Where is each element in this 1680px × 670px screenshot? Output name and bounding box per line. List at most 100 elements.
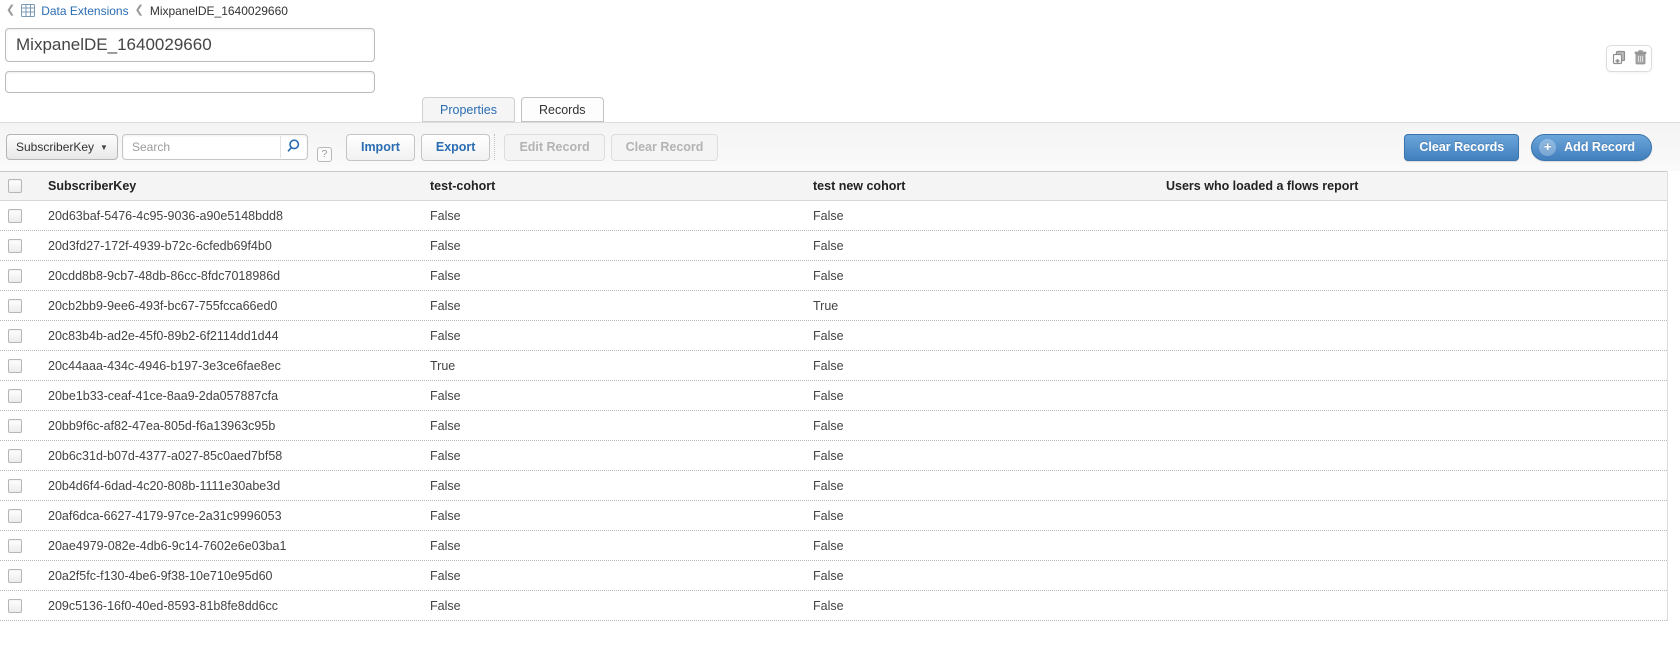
import-button[interactable]: Import bbox=[346, 134, 415, 161]
cell-test-cohort: False bbox=[422, 599, 805, 613]
add-record-label: Add Record bbox=[1564, 140, 1635, 154]
cell-subscriber-key: 20cb2bb9-9ee6-493f-bc67-755fcca66ed0 bbox=[40, 299, 422, 313]
row-checkbox[interactable] bbox=[8, 269, 22, 283]
table-row[interactable]: 20d3fd27-172f-4939-b72c-6cfedb69f4b0 Fal… bbox=[0, 231, 1667, 261]
cell-test-new-cohort: False bbox=[805, 209, 1158, 223]
cell-subscriber-key: 20b4d6f4-6dad-4c20-808b-1111e30abe3d bbox=[40, 479, 422, 493]
table-row[interactable]: 20cb2bb9-9ee6-493f-bc67-755fcca66ed0 Fal… bbox=[0, 291, 1667, 321]
cell-subscriber-key: 20bb9f6c-af82-47ea-805d-f6a13963c95b bbox=[40, 419, 422, 433]
select-all-checkbox[interactable] bbox=[8, 179, 22, 193]
cell-test-new-cohort: False bbox=[805, 419, 1158, 433]
page: ❮ Data Extensions ❮ MixpanelDE_164002966… bbox=[0, 0, 1680, 670]
cell-test-cohort: False bbox=[422, 509, 805, 523]
row-checkbox[interactable] bbox=[8, 449, 22, 463]
search-submit-button[interactable] bbox=[280, 136, 306, 158]
cell-subscriber-key: 20af6dca-6627-4179-97ce-2a31c9996053 bbox=[40, 509, 422, 523]
cell-test-new-cohort: False bbox=[805, 509, 1158, 523]
table-row[interactable]: 20af6dca-6627-4179-97ce-2a31c9996053 Fal… bbox=[0, 501, 1667, 531]
column-header-flows-report[interactable]: Users who loaded a flows report bbox=[1158, 179, 1667, 193]
column-header-test-new-cohort[interactable]: test new cohort bbox=[805, 179, 1158, 193]
cell-test-cohort: False bbox=[422, 239, 805, 253]
search-box bbox=[122, 134, 308, 160]
table-row[interactable]: 20bb9f6c-af82-47ea-805d-f6a13963c95b Fal… bbox=[0, 411, 1667, 441]
copy-button[interactable] bbox=[1612, 50, 1627, 68]
tab-records[interactable]: Records bbox=[521, 97, 604, 122]
data-extension-table-icon bbox=[21, 4, 35, 17]
cell-test-cohort: False bbox=[422, 269, 805, 283]
cell-test-cohort: False bbox=[422, 209, 805, 223]
name-input[interactable] bbox=[5, 28, 375, 62]
table-header-row: SubscriberKey test-cohort test new cohor… bbox=[0, 171, 1667, 201]
tab-bar: Properties Records bbox=[422, 97, 604, 122]
table-row[interactable]: 20ae4979-082e-4db6-9c14-7602e6e03ba1 Fal… bbox=[0, 531, 1667, 561]
cell-test-cohort: False bbox=[422, 539, 805, 553]
header-section: Properties Records bbox=[0, 18, 1680, 114]
row-checkbox[interactable] bbox=[8, 479, 22, 493]
table-row[interactable]: 20cdd8b8-9cb7-48db-86cc-8fdc7018986d Fal… bbox=[0, 261, 1667, 291]
column-header-subscriber-key[interactable]: SubscriberKey bbox=[40, 179, 422, 193]
row-checkbox[interactable] bbox=[8, 599, 22, 613]
edit-record-button[interactable]: Edit Record bbox=[504, 134, 604, 161]
add-record-button[interactable]: + Add Record bbox=[1531, 134, 1652, 161]
cell-test-cohort: False bbox=[422, 389, 805, 403]
cell-test-cohort: False bbox=[422, 299, 805, 313]
delete-button[interactable] bbox=[1634, 50, 1647, 68]
export-button[interactable]: Export bbox=[421, 134, 491, 161]
tab-properties[interactable]: Properties bbox=[422, 97, 515, 122]
row-checkbox[interactable] bbox=[8, 509, 22, 523]
chevron-down-icon: ▼ bbox=[100, 143, 108, 152]
table-row[interactable]: 20c44aaa-434c-4946-b197-3e3ce6fae8ec Tru… bbox=[0, 351, 1667, 381]
table-row[interactable]: 20b6c31d-b07d-4377-a027-85c0aed7bf58 Fal… bbox=[0, 441, 1667, 471]
row-checkbox[interactable] bbox=[8, 389, 22, 403]
clear-records-button[interactable]: Clear Records bbox=[1404, 134, 1519, 161]
cell-test-new-cohort: False bbox=[805, 449, 1158, 463]
row-checkbox[interactable] bbox=[8, 359, 22, 373]
cell-subscriber-key: 20d3fd27-172f-4939-b72c-6cfedb69f4b0 bbox=[40, 239, 422, 253]
data-extensions-link[interactable]: Data Extensions bbox=[41, 4, 128, 18]
description-input[interactable] bbox=[5, 71, 375, 93]
cell-test-new-cohort: True bbox=[805, 299, 1158, 313]
back-chevron-icon[interactable]: ❮ bbox=[6, 5, 15, 16]
toolbar-separator bbox=[494, 134, 495, 160]
row-checkbox[interactable] bbox=[8, 299, 22, 313]
table-row[interactable]: 20be1b33-ceaf-41ce-8aa9-2da057887cfa Fal… bbox=[0, 381, 1667, 411]
search-field-dropdown[interactable]: SubscriberKey ▼ bbox=[6, 134, 118, 160]
cell-test-new-cohort: False bbox=[805, 479, 1158, 493]
breadcrumb: ❮ Data Extensions ❮ MixpanelDE_164002966… bbox=[0, 0, 1680, 18]
cell-test-cohort: False bbox=[422, 419, 805, 433]
cell-subscriber-key: 20ae4979-082e-4db6-9c14-7602e6e03ba1 bbox=[40, 539, 422, 553]
row-checkbox[interactable] bbox=[8, 539, 22, 553]
row-checkbox[interactable] bbox=[8, 239, 22, 253]
search-field-value: SubscriberKey bbox=[16, 140, 94, 154]
table-row[interactable]: 20d63baf-5476-4c95-9036-a90e5148bdd8 Fal… bbox=[0, 201, 1667, 231]
cell-subscriber-key: 20b6c31d-b07d-4377-a027-85c0aed7bf58 bbox=[40, 449, 422, 463]
cell-subscriber-key: 20c83b4b-ad2e-45f0-89b2-6f2114dd1d44 bbox=[40, 329, 422, 343]
cell-test-cohort: False bbox=[422, 569, 805, 583]
row-checkbox[interactable] bbox=[8, 209, 22, 223]
cell-subscriber-key: 20cdd8b8-9cb7-48db-86cc-8fdc7018986d bbox=[40, 269, 422, 283]
table-row[interactable]: 20c83b4b-ad2e-45f0-89b2-6f2114dd1d44 Fal… bbox=[0, 321, 1667, 351]
breadcrumb-separator: ❮ bbox=[135, 5, 144, 16]
cell-subscriber-key: 20d63baf-5476-4c95-9036-a90e5148bdd8 bbox=[40, 209, 422, 223]
copy-icon bbox=[1612, 50, 1627, 68]
clear-record-button[interactable]: Clear Record bbox=[611, 134, 719, 161]
table-row[interactable]: 209c5136-16f0-40ed-8593-81b8fe8dd6cc Fal… bbox=[0, 591, 1667, 621]
cell-test-cohort: False bbox=[422, 449, 805, 463]
table-row[interactable]: 20b4d6f4-6dad-4c20-808b-1111e30abe3d Fal… bbox=[0, 471, 1667, 501]
cell-test-cohort: False bbox=[422, 479, 805, 493]
help-button[interactable]: ? bbox=[317, 147, 332, 162]
row-checkbox[interactable] bbox=[8, 569, 22, 583]
column-header-test-cohort[interactable]: test-cohort bbox=[422, 179, 805, 193]
breadcrumb-current: MixpanelDE_1640029660 bbox=[150, 4, 288, 18]
search-icon bbox=[285, 138, 301, 157]
cell-test-new-cohort: False bbox=[805, 329, 1158, 343]
plus-icon: + bbox=[1539, 139, 1556, 156]
row-checkbox[interactable] bbox=[8, 419, 22, 433]
trash-icon bbox=[1634, 50, 1647, 68]
row-checkbox[interactable] bbox=[8, 329, 22, 343]
cell-test-new-cohort: False bbox=[805, 539, 1158, 553]
table-row[interactable]: 20a2f5fc-f130-4be6-9f38-10e710e95d60 Fal… bbox=[0, 561, 1667, 591]
cell-test-new-cohort: False bbox=[805, 239, 1158, 253]
cell-test-cohort: True bbox=[422, 359, 805, 373]
cell-test-cohort: False bbox=[422, 329, 805, 343]
